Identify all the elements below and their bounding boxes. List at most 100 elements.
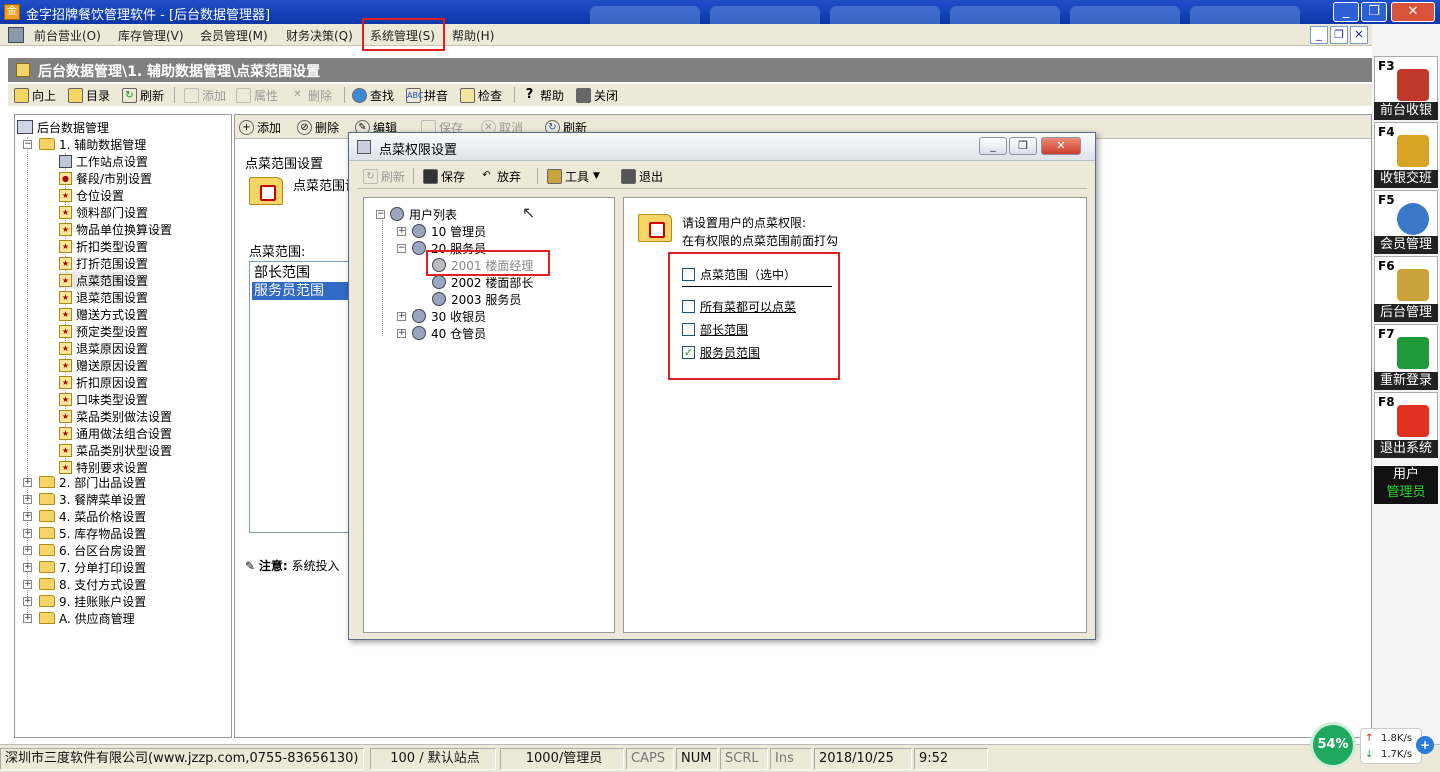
up-label: 向上: [32, 88, 57, 103]
help-button[interactable]: ? 帮助: [522, 86, 564, 104]
expand-icon[interactable]: +: [397, 312, 406, 321]
add-button[interactable]: 添加: [184, 86, 226, 104]
dialog-save-button[interactable]: 保存: [423, 167, 465, 185]
expand-icon[interactable]: +: [397, 329, 406, 338]
tree-item[interactable]: ★ 折扣类型设置: [59, 238, 148, 254]
restore-button[interactable]: ❐: [1361, 2, 1387, 22]
close-button[interactable]: ✕: [1391, 2, 1435, 22]
tree-root-label: 后台数据管理: [37, 120, 110, 135]
tree-item[interactable]: ● 餐段/市别设置: [59, 170, 152, 186]
expand-icon[interactable]: +: [23, 529, 32, 538]
tree-item[interactable]: ★ 赠送方式设置: [59, 306, 148, 322]
tree-item[interactable]: ★ 菜品类别状型设置: [59, 442, 172, 458]
list-item[interactable]: 部长范围: [252, 264, 352, 282]
dialog-exit-button[interactable]: 退出: [621, 167, 663, 185]
tree-item[interactable]: ★ 退菜范围设置: [59, 289, 148, 305]
tree-root[interactable]: 后台数据管理: [17, 119, 109, 135]
f5-member-button[interactable]: F5: [1374, 190, 1438, 242]
mdi-minimize-button[interactable]: _: [1310, 26, 1328, 44]
up-button[interactable]: 向上: [14, 86, 56, 104]
dialog-refresh-button[interactable]: ↻ 刷新: [363, 167, 405, 185]
expand-icon[interactable]: +: [23, 597, 32, 606]
pinyin-button[interactable]: ABC 拼音: [406, 86, 448, 104]
collapse-icon[interactable]: −: [23, 140, 32, 149]
breadcrumb-text: 后台数据管理\1. 辅助数据管理\点菜范围设置: [38, 64, 321, 80]
tree-group[interactable]: 2. 部门出品设置: [39, 474, 146, 490]
dialog-tools-button[interactable]: 工具 ▼: [547, 167, 600, 185]
dialog-close-button[interactable]: ✕: [1041, 137, 1081, 155]
tree-group[interactable]: 4. 菜品价格设置: [39, 508, 146, 524]
close-page-button[interactable]: 关闭: [576, 86, 618, 104]
check-button[interactable]: 检查: [460, 86, 502, 104]
expand-icon[interactable]: +: [23, 478, 32, 487]
content-add-button[interactable]: + 添加: [239, 118, 281, 136]
tree-group-aux[interactable]: 1. 辅助数据管理: [39, 136, 146, 152]
tree-group[interactable]: A. 供应商管理: [39, 610, 135, 626]
tree-group[interactable]: 8. 支付方式设置: [39, 576, 146, 592]
expand-icon[interactable]: +: [23, 614, 32, 623]
tree-item[interactable]: ★ 退菜原因设置: [59, 340, 148, 356]
tree-item[interactable]: ★ 预定类型设置: [59, 323, 148, 339]
expand-icon[interactable]: +: [23, 563, 32, 572]
refresh-button[interactable]: ↻ 刷新: [122, 86, 164, 104]
tree-item[interactable]: ★ 赠送原因设置: [59, 357, 148, 373]
f4-shift-button[interactable]: F4: [1374, 122, 1438, 174]
expand-icon[interactable]: +: [397, 227, 406, 236]
menu-finance[interactable]: 财务决策(Q): [286, 27, 353, 44]
user-tree-leaf[interactable]: 2003 服务员: [432, 291, 521, 307]
list-item-selected[interactable]: 服务员范围: [252, 282, 352, 300]
status-caps: CAPS: [626, 748, 674, 770]
user-tree-leaf[interactable]: 2002 楼面部长: [432, 274, 533, 290]
tree-item[interactable]: ★ 打折范围设置: [59, 255, 148, 271]
user-tree-node[interactable]: 30 收银员: [412, 308, 486, 324]
tree-item[interactable]: ★ 折扣原因设置: [59, 374, 148, 390]
tree-item[interactable]: ★ 物品单位换算设置: [59, 221, 172, 237]
catalog-button[interactable]: 目录: [68, 86, 110, 104]
menu-system-icon[interactable]: [8, 27, 24, 43]
content-delete-button[interactable]: ⊘ 删除: [297, 118, 339, 136]
tree-group[interactable]: 3. 餐牌菜单设置: [39, 491, 146, 507]
tree-item[interactable]: ★ 仓位设置: [59, 187, 124, 203]
delete-button[interactable]: ✕ 删除: [290, 86, 332, 104]
tree-group[interactable]: 9. 挂账账户设置: [39, 593, 146, 609]
expand-icon[interactable]: +: [23, 546, 32, 555]
tree-item[interactable]: ★ 通用做法组合设置: [59, 425, 172, 441]
dialog-restore-button[interactable]: ❐: [1009, 137, 1037, 155]
tree-item[interactable]: ★ 菜品类别做法设置: [59, 408, 172, 424]
user-tree-root[interactable]: 用户列表: [390, 206, 457, 222]
tree-item-selected[interactable]: ★ 点菜范围设置: [59, 272, 149, 288]
menu-member[interactable]: 会员管理(M): [200, 27, 268, 44]
dialog-title: 点菜权限设置: [379, 143, 458, 158]
mdi-close-button[interactable]: ✕: [1350, 26, 1368, 44]
f7-relogin-button[interactable]: F7: [1374, 324, 1438, 376]
tree-item-label: 仓位设置: [76, 188, 125, 203]
expand-icon[interactable]: +: [23, 580, 32, 589]
tree-group[interactable]: 7. 分单打印设置: [39, 559, 146, 575]
properties-button[interactable]: 属性: [236, 86, 278, 104]
tree-item[interactable]: ★ 领料部门设置: [59, 204, 148, 220]
dialog-minimize-button[interactable]: _: [979, 137, 1007, 155]
f6-backend-button[interactable]: F6: [1374, 256, 1438, 308]
menu-front-business[interactable]: 前台营业(O): [34, 27, 101, 44]
collapse-icon[interactable]: −: [397, 244, 406, 253]
network-speed-widget[interactable]: 54% ↑ 1.8K/s ↓ 1.7K/s +: [1308, 722, 1440, 770]
mdi-restore-button[interactable]: ❐: [1330, 26, 1348, 44]
dialog-discard-button[interactable]: ↶ 放弃: [479, 167, 521, 185]
minimize-button[interactable]: _: [1333, 2, 1359, 22]
f3-cashier-button[interactable]: F3: [1374, 56, 1438, 108]
find-button[interactable]: 查找: [352, 86, 394, 104]
menu-inventory[interactable]: 库存管理(V): [118, 27, 184, 44]
user-tree-node[interactable]: 10 管理员: [412, 223, 486, 239]
scope-list[interactable]: 部长范围 服务员范围: [249, 261, 353, 533]
tree-item[interactable]: 工作站点设置: [59, 153, 148, 169]
menu-help[interactable]: 帮助(H): [452, 27, 494, 44]
tree-group[interactable]: 5. 库存物品设置: [39, 525, 146, 541]
plus-icon[interactable]: +: [1416, 736, 1434, 754]
collapse-icon[interactable]: −: [376, 210, 385, 219]
tree-item[interactable]: ★ 口味类型设置: [59, 391, 148, 407]
tree-group[interactable]: 6. 台区台房设置: [39, 542, 146, 558]
f8-exit-button[interactable]: F8: [1374, 392, 1438, 444]
expand-icon[interactable]: +: [23, 512, 32, 521]
expand-icon[interactable]: +: [23, 495, 32, 504]
user-tree-node[interactable]: 40 仓管员: [412, 325, 486, 341]
